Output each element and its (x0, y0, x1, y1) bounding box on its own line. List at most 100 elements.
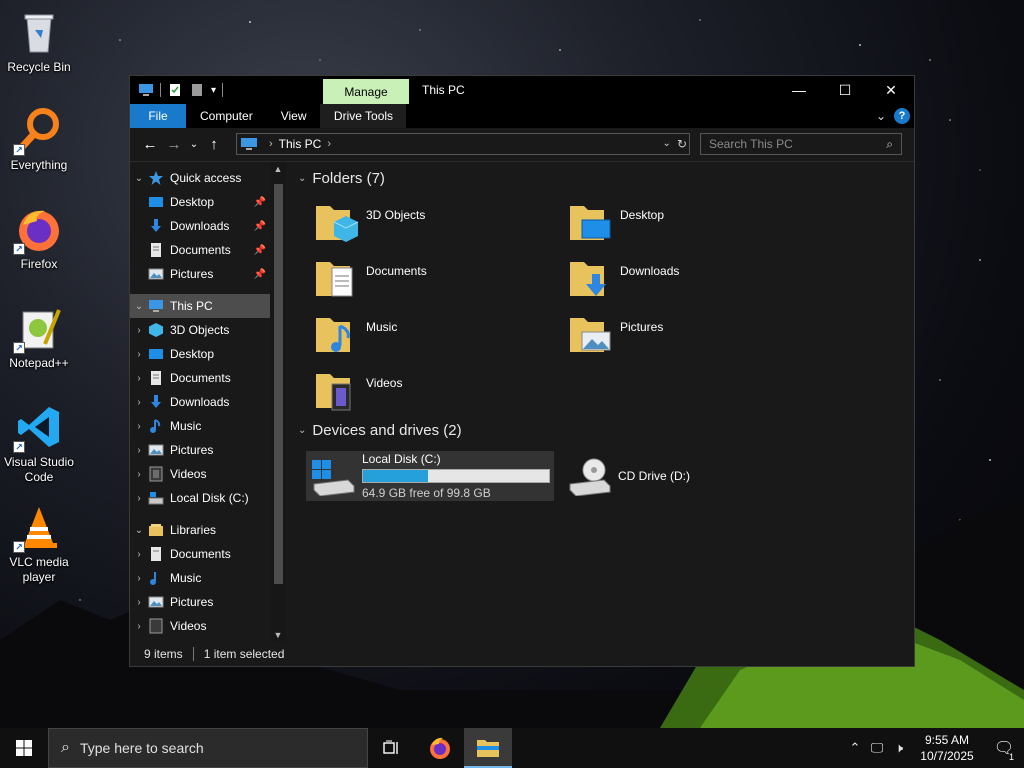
scrollbar-thumb[interactable] (274, 184, 283, 584)
desktop-icon-everything[interactable]: ↗ Everything (0, 100, 78, 190)
desktop-icon-label: Recycle Bin (7, 60, 71, 74)
collapse-chevron-icon[interactable]: ⌄ (130, 173, 148, 184)
search-input[interactable]: Search This PC ⌕ (700, 133, 902, 155)
nav-item-local-disk[interactable]: › Local Disk (C:) (130, 486, 270, 510)
drive-tile-local-disk-c[interactable]: Local Disk (C:) 64.9 GB free of 99.8 GB (306, 451, 554, 501)
shortcut-arrow-icon: ↗ (13, 144, 25, 156)
folder-tile-pictures[interactable]: Pictures (568, 312, 818, 364)
nav-item-downloads[interactable]: › Downloads (130, 390, 270, 414)
desktop-icon-recycle-bin[interactable]: Recycle Bin (0, 2, 78, 92)
recent-locations-icon[interactable]: ⌄ (186, 139, 202, 150)
expand-chevron-icon[interactable]: › (130, 621, 148, 632)
nav-item-lib-documents[interactable]: › Documents (130, 542, 270, 566)
help-icon[interactable]: ? (894, 108, 910, 124)
ribbon-right-controls: ⌄ ? (876, 108, 910, 124)
new-folder-icon[interactable] (189, 83, 205, 97)
minimize-button[interactable]: — (776, 76, 822, 104)
expand-chevron-icon[interactable]: › (130, 445, 148, 456)
nav-item-libraries[interactable]: ⌄ Libraries (130, 518, 270, 542)
scroll-down-icon[interactable]: ▼ (270, 630, 286, 640)
volume-muted-icon[interactable]: 🕨 (888, 740, 910, 756)
nav-item-quick-pictures[interactable]: Pictures 📌 (130, 262, 270, 286)
taskbar-search-box[interactable]: ⌕ Type here to search (48, 728, 368, 768)
forward-button[interactable]: → (162, 136, 186, 153)
expand-ribbon-icon[interactable]: ⌄ (876, 109, 886, 123)
start-button[interactable] (0, 728, 48, 768)
refresh-icon[interactable]: ↻ (677, 134, 687, 154)
expand-chevron-icon[interactable]: › (130, 549, 148, 560)
devices-group-header[interactable]: ⌄ Devices and drives (2) (298, 422, 462, 439)
close-button[interactable]: ✕ (868, 76, 914, 104)
folder-tile-downloads[interactable]: Downloads (568, 256, 818, 308)
taskbar-file-explorer[interactable] (464, 728, 512, 768)
folder-tile-desktop[interactable]: Desktop (568, 200, 818, 252)
nav-item-music[interactable]: › Music (130, 414, 270, 438)
desktop-icon-firefox[interactable]: ↗ Firefox (0, 199, 78, 289)
collapse-chevron-icon[interactable]: ⌄ (298, 173, 306, 184)
action-center-button[interactable]: 🗨 1 (984, 738, 1024, 762)
nav-item-documents[interactable]: › Documents (130, 366, 270, 390)
nav-item-lib-videos[interactable]: › Videos (130, 614, 270, 638)
nav-item-pictures[interactable]: › Pictures (130, 438, 270, 462)
scroll-up-icon[interactable]: ▲ (270, 164, 286, 174)
breadcrumb-chevron-icon[interactable]: › (269, 138, 273, 150)
expand-chevron-icon[interactable]: › (130, 573, 148, 584)
desktop-icon-vlc[interactable]: ↗ VLC media player (0, 497, 78, 587)
folders-group-header[interactable]: ⌄ Folders (7) (298, 170, 385, 187)
properties-icon[interactable] (167, 83, 183, 97)
shortcut-arrow-icon: ↗ (13, 342, 25, 354)
nav-item-lib-music[interactable]: › Music (130, 566, 270, 590)
nav-item-quick-desktop[interactable]: Desktop 📌 (130, 190, 270, 214)
folder-tile-documents[interactable]: Documents (314, 256, 564, 308)
maximize-button[interactable]: ☐ (822, 76, 868, 104)
expand-chevron-icon[interactable]: › (130, 597, 148, 608)
title-bar[interactable]: ▾ Manage This PC — ☐ ✕ (130, 76, 914, 104)
desktop-icon-notepadpp[interactable]: ↗ Notepad++ (0, 298, 78, 388)
tab-view[interactable]: View (267, 104, 321, 128)
expand-chevron-icon[interactable]: › (130, 421, 148, 432)
folder-tile-videos[interactable]: Videos (314, 368, 564, 420)
nav-item-videos[interactable]: › Videos (130, 462, 270, 486)
nav-label: Libraries (170, 523, 217, 537)
desktop-icon-vscode[interactable]: ↗ Visual Studio Code (0, 397, 78, 487)
clock[interactable]: 9:55 AM 10/7/2025 (910, 732, 984, 764)
expand-chevron-icon[interactable]: › (130, 325, 148, 336)
explorer-window: ▾ Manage This PC — ☐ ✕ File Computer Vie… (129, 75, 915, 667)
tab-computer[interactable]: Computer (186, 104, 267, 128)
nav-label: Documents (170, 547, 231, 561)
show-hidden-icons-icon[interactable]: ⌃ (844, 740, 866, 756)
expand-chevron-icon[interactable]: › (130, 469, 148, 480)
tab-manage[interactable]: Manage (323, 79, 409, 104)
collapse-chevron-icon[interactable]: ⌄ (298, 425, 306, 436)
explorer-body: ⌄ Quick access Desktop 📌 Downloads 📌 Doc… (130, 162, 914, 642)
up-button[interactable]: ↑ (202, 136, 226, 153)
nav-pane-scrollbar[interactable]: ▲ ▼ (270, 162, 286, 642)
nav-item-this-pc[interactable]: ⌄ This PC (130, 294, 270, 318)
nav-item-quick-access[interactable]: ⌄ Quick access (130, 166, 270, 190)
task-view-button[interactable] (368, 728, 416, 768)
expand-chevron-icon[interactable]: › (130, 349, 148, 360)
breadcrumb-this-pc[interactable]: This PC (279, 137, 322, 151)
tab-drive-tools[interactable]: Drive Tools (320, 104, 407, 128)
drive-tile-cd-drive-d[interactable]: CD Drive (D:) (562, 451, 762, 501)
expand-chevron-icon[interactable]: › (130, 373, 148, 384)
nav-item-quick-documents[interactable]: Documents 📌 (130, 238, 270, 262)
collapse-chevron-icon[interactable]: ⌄ (130, 525, 148, 536)
customize-toolbar-icon[interactable]: ▾ (211, 85, 216, 96)
collapse-chevron-icon[interactable]: ⌄ (130, 301, 148, 312)
nav-item-3d-objects[interactable]: › 3D Objects (130, 318, 270, 342)
nav-item-quick-downloads[interactable]: Downloads 📌 (130, 214, 270, 238)
tab-file[interactable]: File (130, 104, 186, 128)
folder-tile-3d-objects[interactable]: 3D Objects (314, 200, 564, 252)
expand-chevron-icon[interactable]: › (130, 493, 148, 504)
back-button[interactable]: ← (138, 136, 162, 153)
expand-chevron-icon[interactable]: › (130, 397, 148, 408)
folder-tile-music[interactable]: Music (314, 312, 564, 364)
nav-item-lib-pictures[interactable]: › Pictures (130, 590, 270, 614)
address-bar[interactable]: › This PC › ⌄ ↻ (236, 133, 690, 155)
taskbar-firefox[interactable] (416, 728, 464, 768)
breadcrumb-chevron-icon[interactable]: › (327, 138, 331, 150)
nav-item-desktop[interactable]: › Desktop (130, 342, 270, 366)
address-dropdown-icon[interactable]: ⌄ (663, 134, 671, 154)
network-icon[interactable]: 🖵 (866, 740, 888, 756)
